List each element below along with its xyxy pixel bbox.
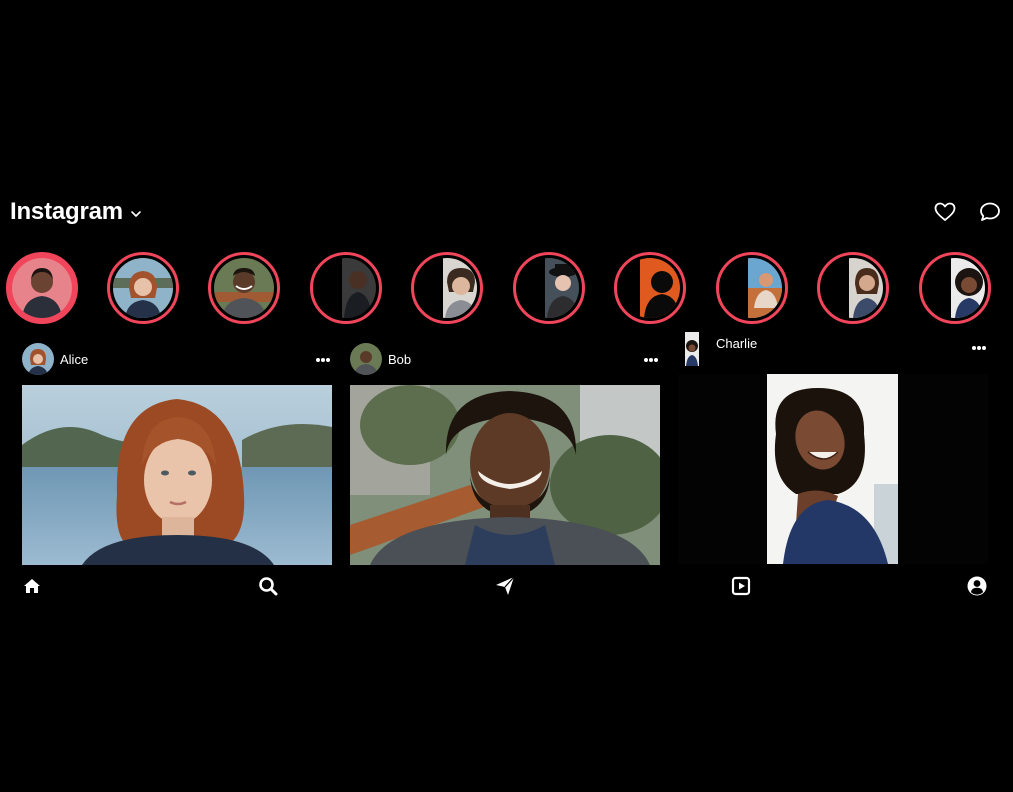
app-window: Instagram Alice Bob Charlie (0, 180, 1013, 612)
story-5[interactable] (411, 252, 483, 324)
top-header: Instagram (0, 180, 1013, 240)
story-4[interactable] (310, 252, 382, 324)
account-switcher[interactable]: Instagram (10, 198, 143, 226)
bottom-nav (0, 575, 1013, 605)
story-7[interactable] (614, 252, 686, 324)
post-header: Bob (350, 342, 411, 376)
story-avatar (316, 258, 376, 318)
story-6[interactable] (513, 252, 585, 324)
story-2[interactable] (107, 252, 179, 324)
story-avatar (12, 258, 72, 318)
post-image[interactable] (678, 374, 988, 564)
more-options-icon[interactable] (972, 338, 987, 353)
story-8[interactable] (716, 252, 788, 324)
post-image[interactable] (350, 385, 660, 565)
story-avatar (113, 258, 173, 318)
post-username[interactable]: Alice (60, 352, 88, 367)
more-options-icon[interactable] (316, 350, 331, 365)
profile-icon[interactable] (966, 575, 988, 597)
post-header: Charlie (678, 332, 757, 366)
story-3[interactable] (208, 252, 280, 324)
story-1[interactable] (6, 252, 78, 324)
story-avatar (417, 258, 477, 318)
avatar[interactable] (22, 343, 54, 375)
story-avatar (519, 258, 579, 318)
avatar[interactable] (350, 343, 382, 375)
story-10[interactable] (919, 252, 991, 324)
story-avatar (214, 258, 274, 318)
story-avatar (722, 258, 782, 318)
post-header: Alice (22, 342, 88, 376)
app-title: Instagram (10, 198, 123, 225)
post-image[interactable] (22, 385, 332, 565)
story-avatar (823, 258, 883, 318)
search-icon[interactable] (257, 575, 279, 597)
chevron-down-icon (131, 211, 141, 217)
send-icon[interactable] (494, 575, 516, 597)
post-username[interactable]: Bob (388, 352, 411, 367)
post-username[interactable]: Charlie (716, 336, 757, 351)
reels-icon[interactable] (730, 575, 752, 597)
more-options-icon[interactable] (644, 350, 659, 365)
story-avatar (620, 258, 680, 318)
home-icon[interactable] (21, 575, 43, 597)
message-bubble-icon[interactable] (978, 200, 1002, 224)
stories-row (0, 252, 1013, 326)
heart-icon[interactable] (933, 200, 957, 224)
story-9[interactable] (817, 252, 889, 324)
story-avatar (925, 258, 985, 318)
avatar[interactable] (678, 332, 706, 366)
